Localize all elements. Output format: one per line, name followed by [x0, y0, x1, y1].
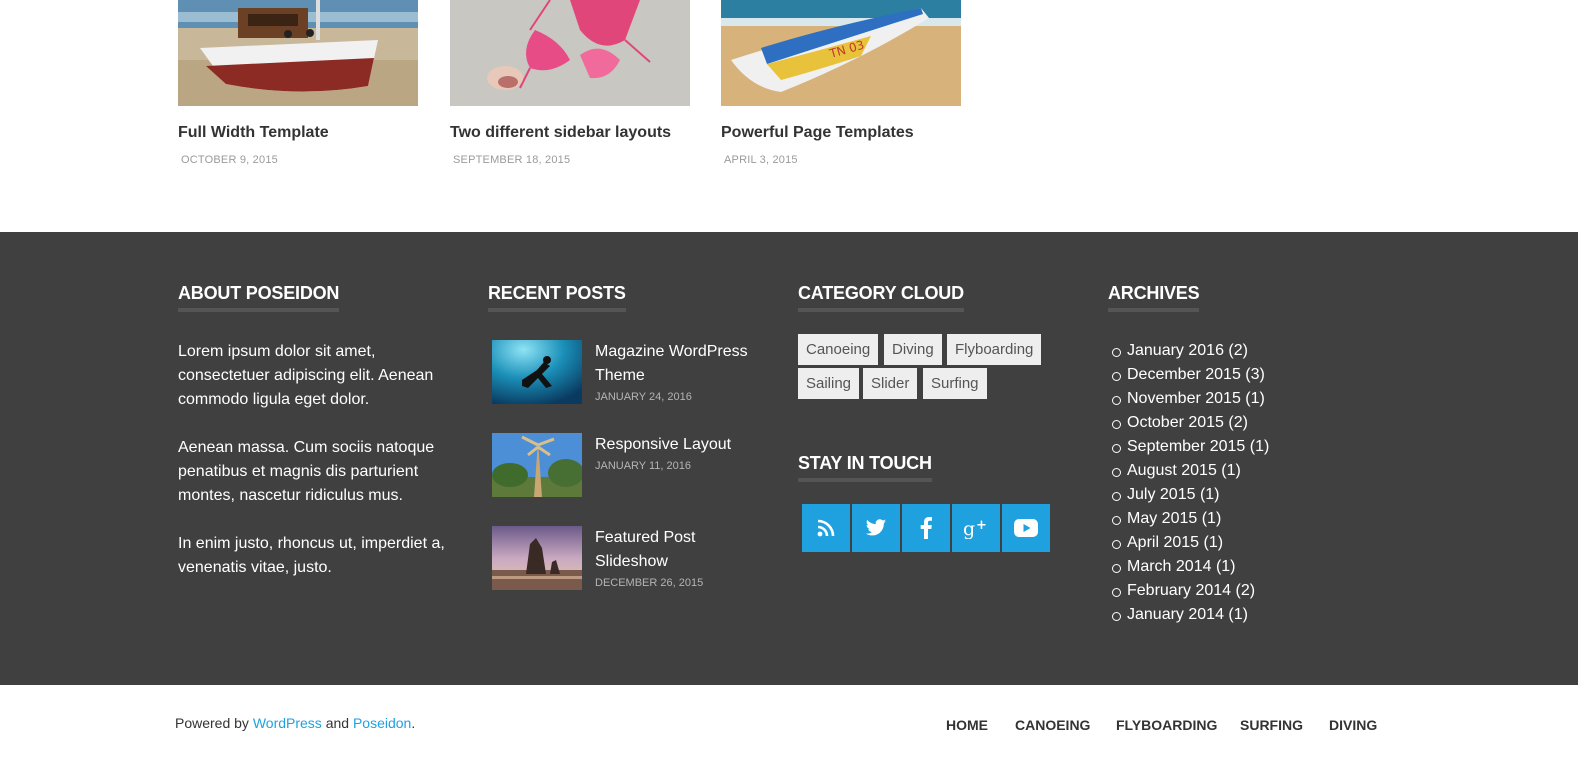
archive-item[interactable]: April 2015 (1) [1108, 531, 1398, 555]
tag-flyboarding[interactable]: Flyboarding [947, 334, 1042, 365]
footer-credit: Powered by WordPress and Poseidon. [175, 715, 415, 731]
about-paragraph: Aenean massa. Cum sociis natoque penatib… [178, 439, 435, 504]
recent-post-date: January 24, 2016 [595, 391, 692, 403]
footer-bar: Powered by WordPress and Poseidon. Home … [0, 685, 1578, 765]
footer-nav-diving[interactable]: Diving [1329, 717, 1377, 733]
related-post-title[interactable]: Full Width Template [178, 124, 329, 142]
archive-item[interactable]: August 2015 (1) [1108, 459, 1398, 483]
archive-item[interactable]: February 2014 (2) [1108, 579, 1398, 603]
related-post-thumbnail[interactable] [450, 0, 690, 106]
related-post-date: April 3, 2015 [724, 154, 798, 166]
recent-posts-widget: Recent Posts Magazine WordPres [488, 283, 778, 623]
about-paragraph: In enim justo, rhoncus ut, imperdiet a, … [178, 535, 445, 576]
archive-item[interactable]: January 2016 (2) [1108, 339, 1398, 363]
widget-title: About Poseidon [178, 283, 339, 312]
about-paragraph: Lorem ipsum dolor sit amet, consectetuer… [178, 343, 434, 408]
about-widget: About Poseidon Lorem ipsum dolor sit ame… [178, 283, 458, 580]
recent-post-title[interactable]: Featured Post Slideshow [595, 526, 770, 574]
archive-item[interactable]: May 2015 (1) [1108, 507, 1398, 531]
related-post-thumbnail[interactable] [178, 0, 418, 106]
footer-nav-flyboarding[interactable]: Flyboarding [1116, 717, 1217, 733]
related-post-date: October 9, 2015 [181, 154, 278, 166]
tag-canoeing[interactable]: Canoeing [798, 334, 879, 365]
svg-text:g: g [963, 518, 975, 539]
footer-nav-surfing[interactable]: Surfing [1240, 717, 1303, 733]
related-post-card: Two different sidebar layouts September … [450, 0, 690, 166]
related-post-title[interactable]: Powerful Page Templates [721, 124, 914, 142]
google-plus-icon[interactable]: g + [952, 504, 1000, 552]
archive-item[interactable]: January 2014 (1) [1108, 603, 1398, 627]
related-post-card: Full Width Template October 9, 2015 [178, 0, 418, 166]
tag-diving[interactable]: Diving [884, 334, 942, 365]
tag-slider[interactable]: Slider [863, 368, 918, 399]
recent-post-date: December 26, 2015 [595, 577, 704, 589]
youtube-icon[interactable] [1002, 504, 1050, 552]
archive-item[interactable]: March 2014 (1) [1108, 555, 1398, 579]
about-text: Lorem ipsum dolor sit amet, consectetuer… [178, 340, 458, 580]
archive-item[interactable]: December 2015 (3) [1108, 363, 1398, 387]
recent-post-title[interactable]: Responsive Layout [595, 433, 770, 457]
related-post-thumbnail[interactable]: TN 03 [721, 0, 961, 106]
credit-text: . [411, 715, 416, 731]
svg-text:+: + [976, 518, 987, 533]
rss-icon[interactable] [802, 504, 850, 552]
archive-item[interactable]: November 2015 (1) [1108, 387, 1398, 411]
archive-list: January 2016 (2) December 2015 (3) Novem… [1108, 339, 1398, 627]
credit-text: Powered by [175, 715, 253, 731]
facebook-icon[interactable] [902, 504, 950, 552]
archive-item[interactable]: July 2015 (1) [1108, 483, 1398, 507]
recent-post-title[interactable]: Magazine WordPress Theme [595, 340, 770, 388]
related-posts: Full Width Template October 9, 2015 Two … [178, 0, 978, 232]
twitter-icon[interactable] [852, 504, 900, 552]
related-post-title[interactable]: Two different sidebar layouts [450, 124, 671, 142]
tag-sailing[interactable]: Sailing [798, 368, 860, 399]
widget-title: Stay in Touch [798, 453, 932, 482]
recent-post-item: Responsive Layout January 11, 2016 [492, 433, 772, 503]
archives-widget: Archives January 2016 (2) December 2015 … [1108, 283, 1398, 627]
tag-surfing[interactable]: Surfing [923, 368, 987, 399]
credit-text: and [321, 715, 353, 731]
recent-post-item: Featured Post Slideshow December 26, 201… [492, 526, 772, 596]
stay-in-touch-widget: Stay in Touch [798, 453, 932, 482]
poseidon-link[interactable]: Poseidon [353, 715, 411, 731]
widget-title: Archives [1108, 283, 1200, 312]
recent-post-item: Magazine WordPress Theme January 24, 201… [492, 340, 772, 412]
related-post-card: TN 03 Powerful Page Templates April 3, 2… [721, 0, 961, 166]
widget-title: Category Cloud [798, 283, 964, 312]
widget-title: Recent Posts [488, 283, 626, 312]
archive-item[interactable]: September 2015 (1) [1108, 435, 1398, 459]
recent-post-thumbnail[interactable] [492, 433, 582, 497]
related-post-date: September 18, 2015 [453, 154, 571, 166]
recent-post-thumbnail[interactable] [492, 340, 582, 404]
footer-nav-canoeing[interactable]: Canoeing [1015, 717, 1090, 733]
recent-post-date: January 11, 2016 [595, 460, 692, 472]
recent-post-thumbnail[interactable] [492, 526, 582, 590]
category-cloud-widget: Category Cloud Canoeing Diving Flyboardi… [798, 283, 1088, 623]
wordpress-link[interactable]: WordPress [253, 715, 322, 731]
archive-item[interactable]: October 2015 (2) [1108, 411, 1398, 435]
footer-nav-home[interactable]: Home [946, 717, 988, 733]
footer-widgets: About Poseidon Lorem ipsum dolor sit ame… [0, 232, 1578, 685]
